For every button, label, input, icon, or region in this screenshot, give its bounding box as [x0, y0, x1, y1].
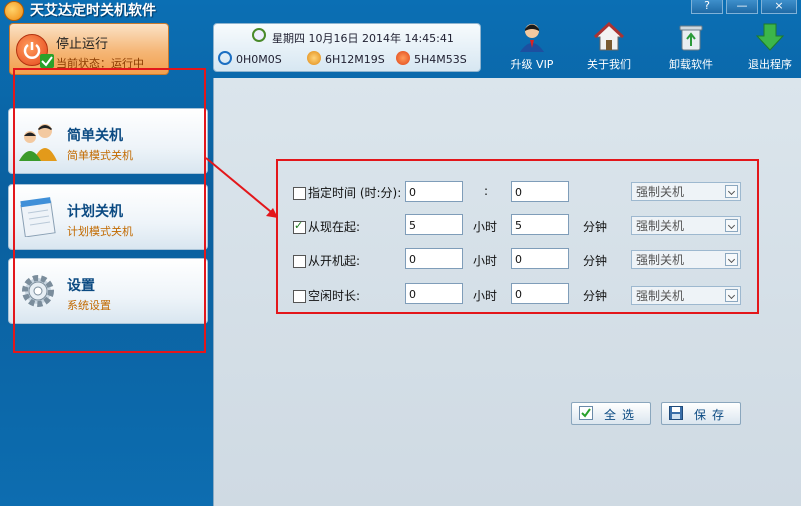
power-small-icon [396, 51, 410, 65]
annotation-arrow-icon [205, 157, 278, 218]
clock-icon [252, 28, 266, 42]
close-button[interactable]: × [761, 0, 797, 14]
minimize-button[interactable]: — [726, 0, 758, 14]
about-us-button[interactable]: 关于我们 [579, 21, 639, 74]
exit-program-button[interactable]: 退出程序 [740, 22, 800, 74]
stop-label: 停止运行 [56, 37, 109, 52]
check-icon [579, 406, 593, 420]
select-all-label: 全选 [604, 408, 641, 422]
exit-arrow-icon [755, 22, 785, 52]
about-us-label: 关于我们 [587, 58, 631, 71]
timer-elapsed: 0H0M0S [236, 53, 282, 66]
timer-remaining: 5H4M53S [414, 53, 467, 66]
status-panel: 星期四 10月16日 2014年 14:45:41 0H0M0S 6H12M19… [213, 23, 481, 72]
house-icon [593, 21, 625, 52]
title-bar: 天艾达定时关机软件 ? — × [0, 0, 801, 21]
exit-program-label: 退出程序 [748, 58, 792, 71]
running-check-icon [40, 54, 54, 68]
uninstall-label: 卸载软件 [669, 58, 713, 71]
select-all-button[interactable]: 全选 [571, 402, 651, 425]
app-logo-icon [4, 1, 24, 21]
uninstall-button[interactable]: 卸载软件 [661, 22, 721, 74]
help-button[interactable]: ? [691, 0, 723, 14]
app-window: 天艾达定时关机软件 ? — × 停止运行 当前状态：运行中 星期四 10月16日… [0, 0, 801, 506]
annotation-box-options [276, 159, 759, 314]
recycle-bin-icon [676, 22, 706, 52]
clock-text: 星期四 10月16日 2014年 14:45:41 [272, 32, 454, 45]
app-title: 天艾达定时关机软件 [30, 3, 156, 19]
timer-icon [218, 51, 232, 65]
save-icon [669, 406, 683, 420]
save-label: 保存 [694, 408, 731, 422]
sun-gear-icon [307, 51, 321, 65]
upgrade-vip-label: 升级 VIP [510, 58, 554, 71]
vip-user-icon [517, 22, 547, 52]
annotation-box-sidebar [13, 68, 206, 353]
timer-uptime: 6H12M19S [325, 53, 385, 66]
upgrade-vip-button[interactable]: 升级 VIP [502, 22, 562, 74]
save-button[interactable]: 保存 [661, 402, 741, 425]
